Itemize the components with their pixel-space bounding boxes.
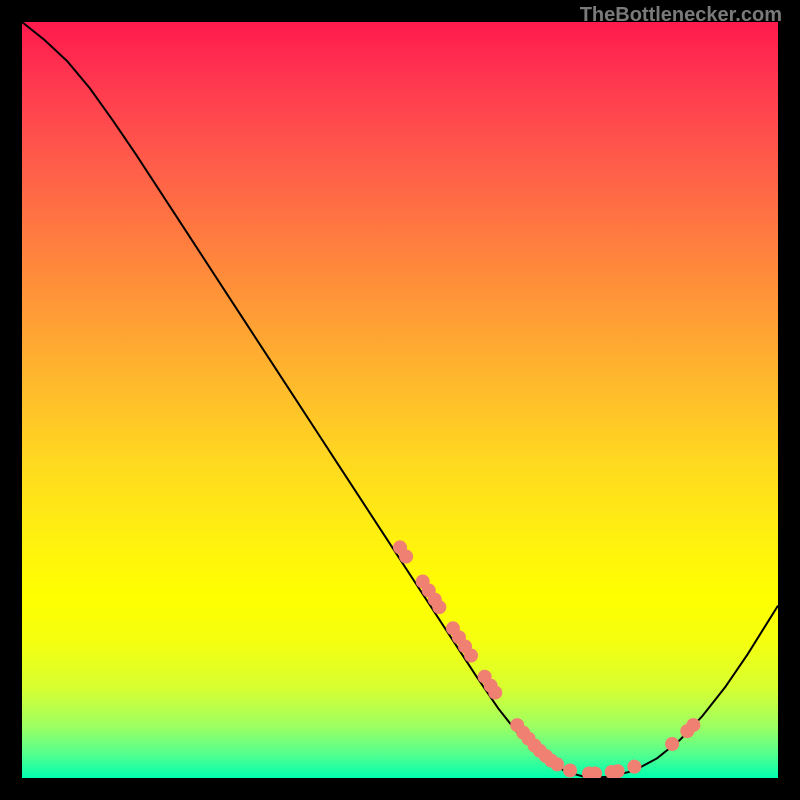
data-point	[488, 686, 502, 700]
bottleneck-curve	[22, 22, 778, 778]
data-point	[432, 600, 446, 614]
data-point	[399, 549, 413, 563]
data-points-group	[393, 540, 700, 778]
data-point	[464, 649, 478, 663]
data-point	[627, 760, 641, 774]
data-point	[686, 718, 700, 732]
data-point	[611, 764, 625, 778]
data-point	[665, 737, 679, 751]
data-point	[550, 757, 564, 771]
data-point	[563, 763, 577, 777]
attribution-text: TheBottlenecker.com	[580, 4, 782, 27]
chart-plot-area	[22, 22, 778, 778]
chart-svg	[22, 22, 778, 778]
